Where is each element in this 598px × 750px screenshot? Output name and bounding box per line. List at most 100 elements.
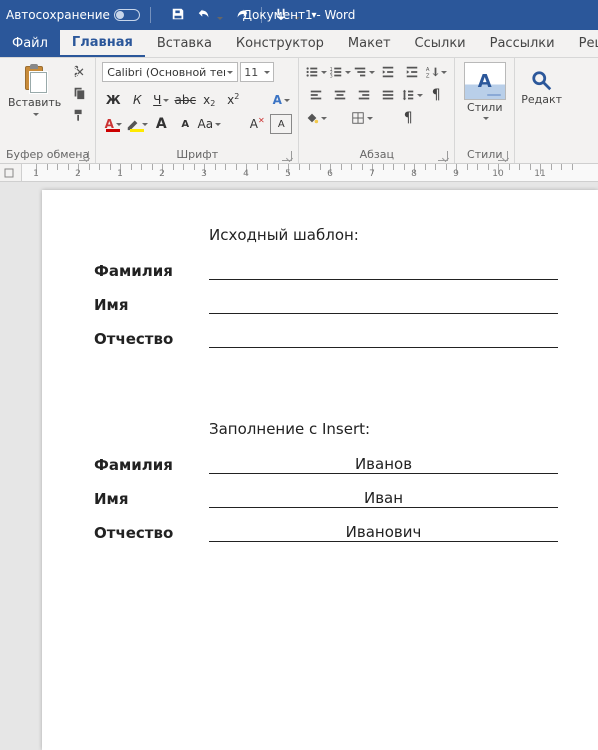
find-icon	[531, 70, 553, 92]
styles-button[interactable]: A Стили	[464, 62, 506, 121]
borders-button[interactable]	[351, 108, 373, 128]
pilcrow-icon: ¶	[432, 87, 441, 103]
indent-dec-button[interactable]	[377, 62, 399, 82]
field-label: Отчество	[94, 330, 209, 348]
field-line[interactable]	[209, 298, 558, 314]
tab-references[interactable]: Ссылки	[403, 30, 478, 57]
document-page[interactable]: Исходный шаблон: ФамилияИмяОтчество Запо…	[42, 190, 598, 750]
line-spacing-icon	[401, 88, 415, 102]
justify-icon	[381, 88, 395, 102]
sort-button[interactable]: AZ	[425, 62, 447, 82]
align-right-button[interactable]	[353, 85, 375, 105]
field-line[interactable]	[209, 264, 558, 280]
superscript-button[interactable]: x2	[222, 90, 244, 110]
cut-button[interactable]	[69, 62, 89, 80]
font-name-value: Calibri (Основной текст	[107, 66, 225, 79]
tab-file[interactable]: Файл	[0, 30, 60, 57]
styles-btn-label: Стили	[467, 101, 502, 114]
field-label: Фамилия	[94, 262, 209, 280]
italic-button[interactable]: К	[126, 90, 148, 110]
text-effects-button[interactable]: A	[270, 90, 292, 110]
section2-title: Заполнение с Insert:	[209, 420, 558, 438]
font-launcher[interactable]	[282, 151, 292, 161]
styles-launcher[interactable]	[498, 151, 508, 161]
group-editing: Редакт	[515, 58, 568, 163]
multilevel-button[interactable]	[353, 62, 375, 82]
justify-button[interactable]	[377, 85, 399, 105]
workspace: 121234567891011 Исходный шаблон: Фамилия…	[0, 164, 598, 580]
tab-insert[interactable]: Вставка	[145, 30, 224, 57]
ruler-mark: 10	[492, 169, 503, 179]
copy-icon	[72, 86, 86, 100]
title-bar: Автосохранение ▾ Документ1 - Word	[0, 0, 598, 30]
ruler-mark: 7	[369, 169, 375, 179]
paste-button[interactable]: Вставить	[6, 62, 63, 119]
autosave-toggle[interactable]: Автосохранение	[6, 8, 140, 22]
bold-button[interactable]: Ж	[102, 90, 124, 110]
section1-row: Отчество	[94, 330, 558, 348]
clear-format-button[interactable]: A✕	[246, 114, 268, 134]
strike-button[interactable]: abc	[174, 90, 196, 110]
tab-layout[interactable]: Макет	[336, 30, 403, 57]
field-value: Иванович	[344, 523, 424, 541]
ruler-mark: 4	[243, 169, 249, 179]
ruler-mark: 8	[411, 169, 417, 179]
scissors-icon	[72, 64, 86, 78]
grow-font-button[interactable]: A	[150, 114, 172, 134]
font-size-combo[interactable]: 11	[240, 62, 274, 82]
group-font: Calibri (Основной текст 11 Ж К Ч abc x2 …	[96, 58, 299, 163]
tab-review[interactable]: Рецензиров	[567, 30, 598, 57]
align-center-button[interactable]	[329, 85, 351, 105]
field-label: Имя	[94, 296, 209, 314]
field-value: Иван	[362, 489, 405, 507]
section2-row: ОтчествоИванович	[94, 524, 558, 542]
paragraph-marks-button[interactable]: ¶	[397, 108, 419, 128]
align-left-button[interactable]	[305, 85, 327, 105]
subscript-button[interactable]: x2	[198, 90, 220, 110]
ruler-mark: 11	[534, 169, 545, 179]
font-group-label: Шрифт	[176, 148, 218, 161]
paste-label: Вставить	[8, 96, 61, 109]
sort-icon: AZ	[425, 65, 439, 79]
font-name-combo[interactable]: Calibri (Основной текст	[102, 62, 238, 82]
field-line[interactable]: Иван	[209, 492, 558, 508]
align-right-icon	[357, 88, 371, 102]
line-spacing-button[interactable]	[401, 85, 423, 105]
clipboard-launcher[interactable]	[79, 151, 89, 161]
field-line[interactable]: Иванович	[209, 526, 558, 542]
indent-dec-icon	[381, 65, 395, 79]
field-line[interactable]	[209, 332, 558, 348]
numbering-button[interactable]: 123	[329, 62, 351, 82]
tab-mailings[interactable]: Рассылки	[478, 30, 567, 57]
paragraph-launcher[interactable]	[438, 151, 448, 161]
copy-button[interactable]	[69, 84, 89, 102]
highlight-button[interactable]	[126, 114, 148, 134]
field-line[interactable]: Иванов	[209, 458, 558, 474]
window-title: Документ1 - Word	[243, 8, 356, 22]
indent-inc-button[interactable]	[401, 62, 423, 82]
ruler-mark: 3	[201, 169, 207, 179]
shading-button[interactable]	[305, 108, 327, 128]
undo-icon[interactable]	[197, 7, 223, 24]
font-color-button[interactable]: A	[102, 114, 124, 134]
save-icon[interactable]	[171, 7, 185, 24]
section1-row: Фамилия	[94, 262, 558, 280]
show-marks-button[interactable]: ¶	[425, 85, 447, 105]
horizontal-ruler[interactable]: 121234567891011	[22, 164, 598, 182]
tab-home[interactable]: Главная	[60, 30, 145, 57]
tab-design[interactable]: Конструктор	[224, 30, 336, 57]
format-painter-button[interactable]	[69, 106, 89, 124]
ruler-corner[interactable]	[0, 164, 22, 182]
editing-button[interactable]: Редакт	[521, 62, 562, 106]
bullets-button[interactable]	[305, 62, 327, 82]
styles-icon: A	[464, 62, 506, 100]
underline-button[interactable]: Ч	[150, 90, 172, 110]
char-border-button[interactable]: A	[270, 114, 292, 134]
group-clipboard: Вставить Буфер обмена	[0, 58, 96, 163]
svg-text:3: 3	[330, 73, 333, 79]
change-case-button[interactable]: Aa	[198, 114, 220, 134]
shrink-font-button[interactable]: A	[174, 114, 196, 134]
ruler-mark: 2	[75, 169, 81, 179]
field-value: Иванов	[353, 455, 414, 473]
section2-row: ФамилияИванов	[94, 456, 558, 474]
